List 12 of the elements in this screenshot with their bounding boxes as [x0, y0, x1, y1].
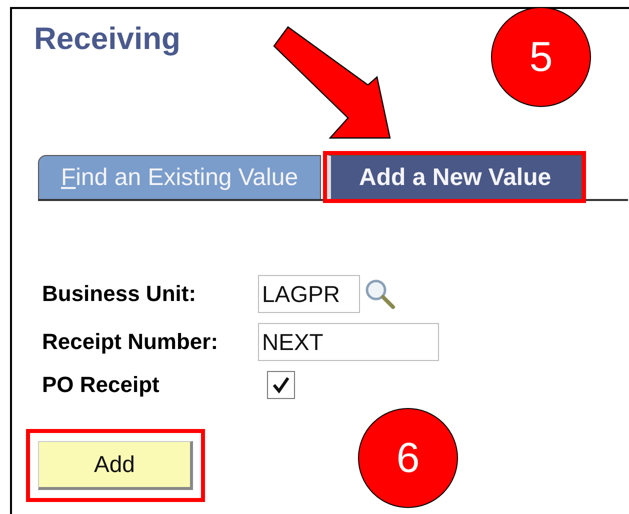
field-label: PO Receipt — [42, 372, 160, 398]
check-icon — [271, 375, 291, 395]
search-icon[interactable] — [364, 278, 396, 310]
step-number-badge: 6 — [358, 408, 458, 508]
step-number-badge: 5 — [491, 7, 591, 107]
business-unit-input[interactable]: LAGPR — [258, 275, 360, 313]
page-title: Receiving — [34, 21, 180, 57]
field-label: Receipt Number: — [42, 329, 220, 355]
po-receipt-checkbox[interactable] — [267, 371, 295, 399]
add-button[interactable]: Add — [38, 441, 193, 490]
field-label: Business Unit: — [42, 281, 198, 307]
receipt-number-input[interactable]: NEXT — [258, 323, 439, 361]
